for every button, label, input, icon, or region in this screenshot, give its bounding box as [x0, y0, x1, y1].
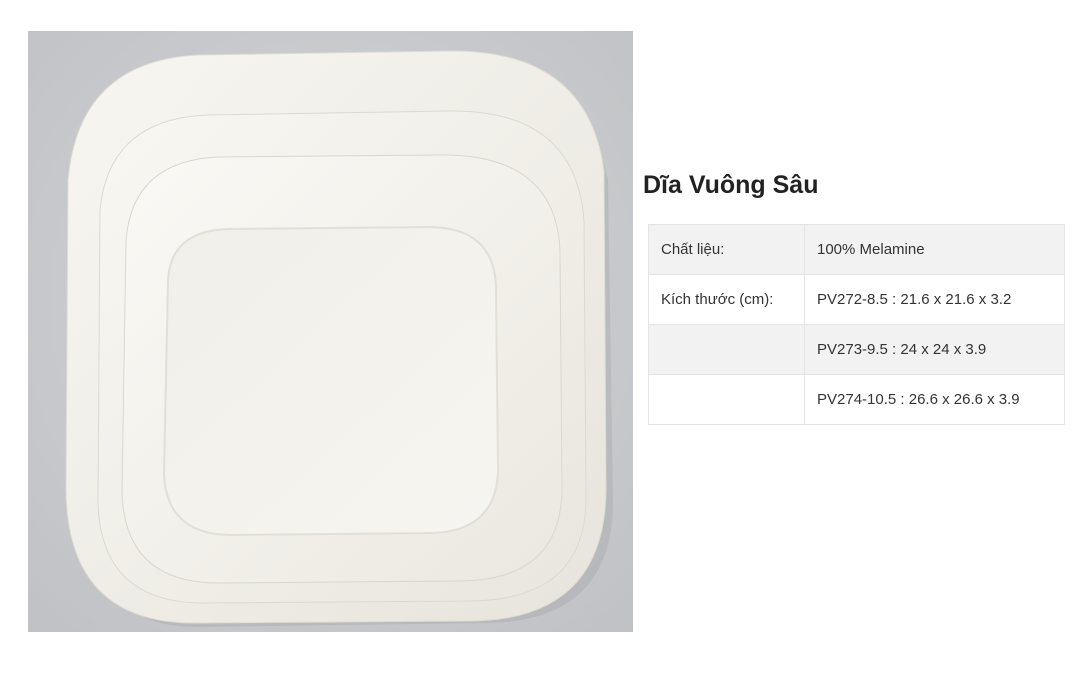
table-row: Kích thước (cm): PV272-8.5 : 21.6 x 21.6… [648, 274, 1065, 325]
plates-illustration [28, 31, 633, 632]
product-page: Dĩa Vuông Sâu Chất liệu: 100% Melamine K… [0, 0, 1090, 676]
spec-value: PV274-10.5 : 26.6 x 26.6 x 3.9 [804, 374, 1065, 425]
spec-label [648, 374, 805, 425]
table-row: Chất liệu: 100% Melamine [648, 224, 1065, 275]
spec-label: Kích thước (cm): [648, 274, 805, 325]
product-title: Dĩa Vuông Sâu [643, 171, 819, 199]
spec-table: Chất liệu: 100% Melamine Kích thước (cm)… [648, 224, 1065, 425]
spec-value: PV273-9.5 : 24 x 24 x 3.9 [804, 324, 1065, 375]
spec-value: 100% Melamine [804, 224, 1065, 275]
spec-label [648, 324, 805, 375]
spec-label: Chất liệu: [648, 224, 805, 275]
table-row: PV274-10.5 : 26.6 x 26.6 x 3.9 [648, 374, 1065, 425]
product-image [28, 31, 633, 632]
table-row: PV273-9.5 : 24 x 24 x 3.9 [648, 324, 1065, 375]
product-info: Dĩa Vuông Sâu Chất liệu: 100% Melamine K… [643, 168, 1068, 425]
spec-value: PV272-8.5 : 21.6 x 21.6 x 3.2 [804, 274, 1065, 325]
